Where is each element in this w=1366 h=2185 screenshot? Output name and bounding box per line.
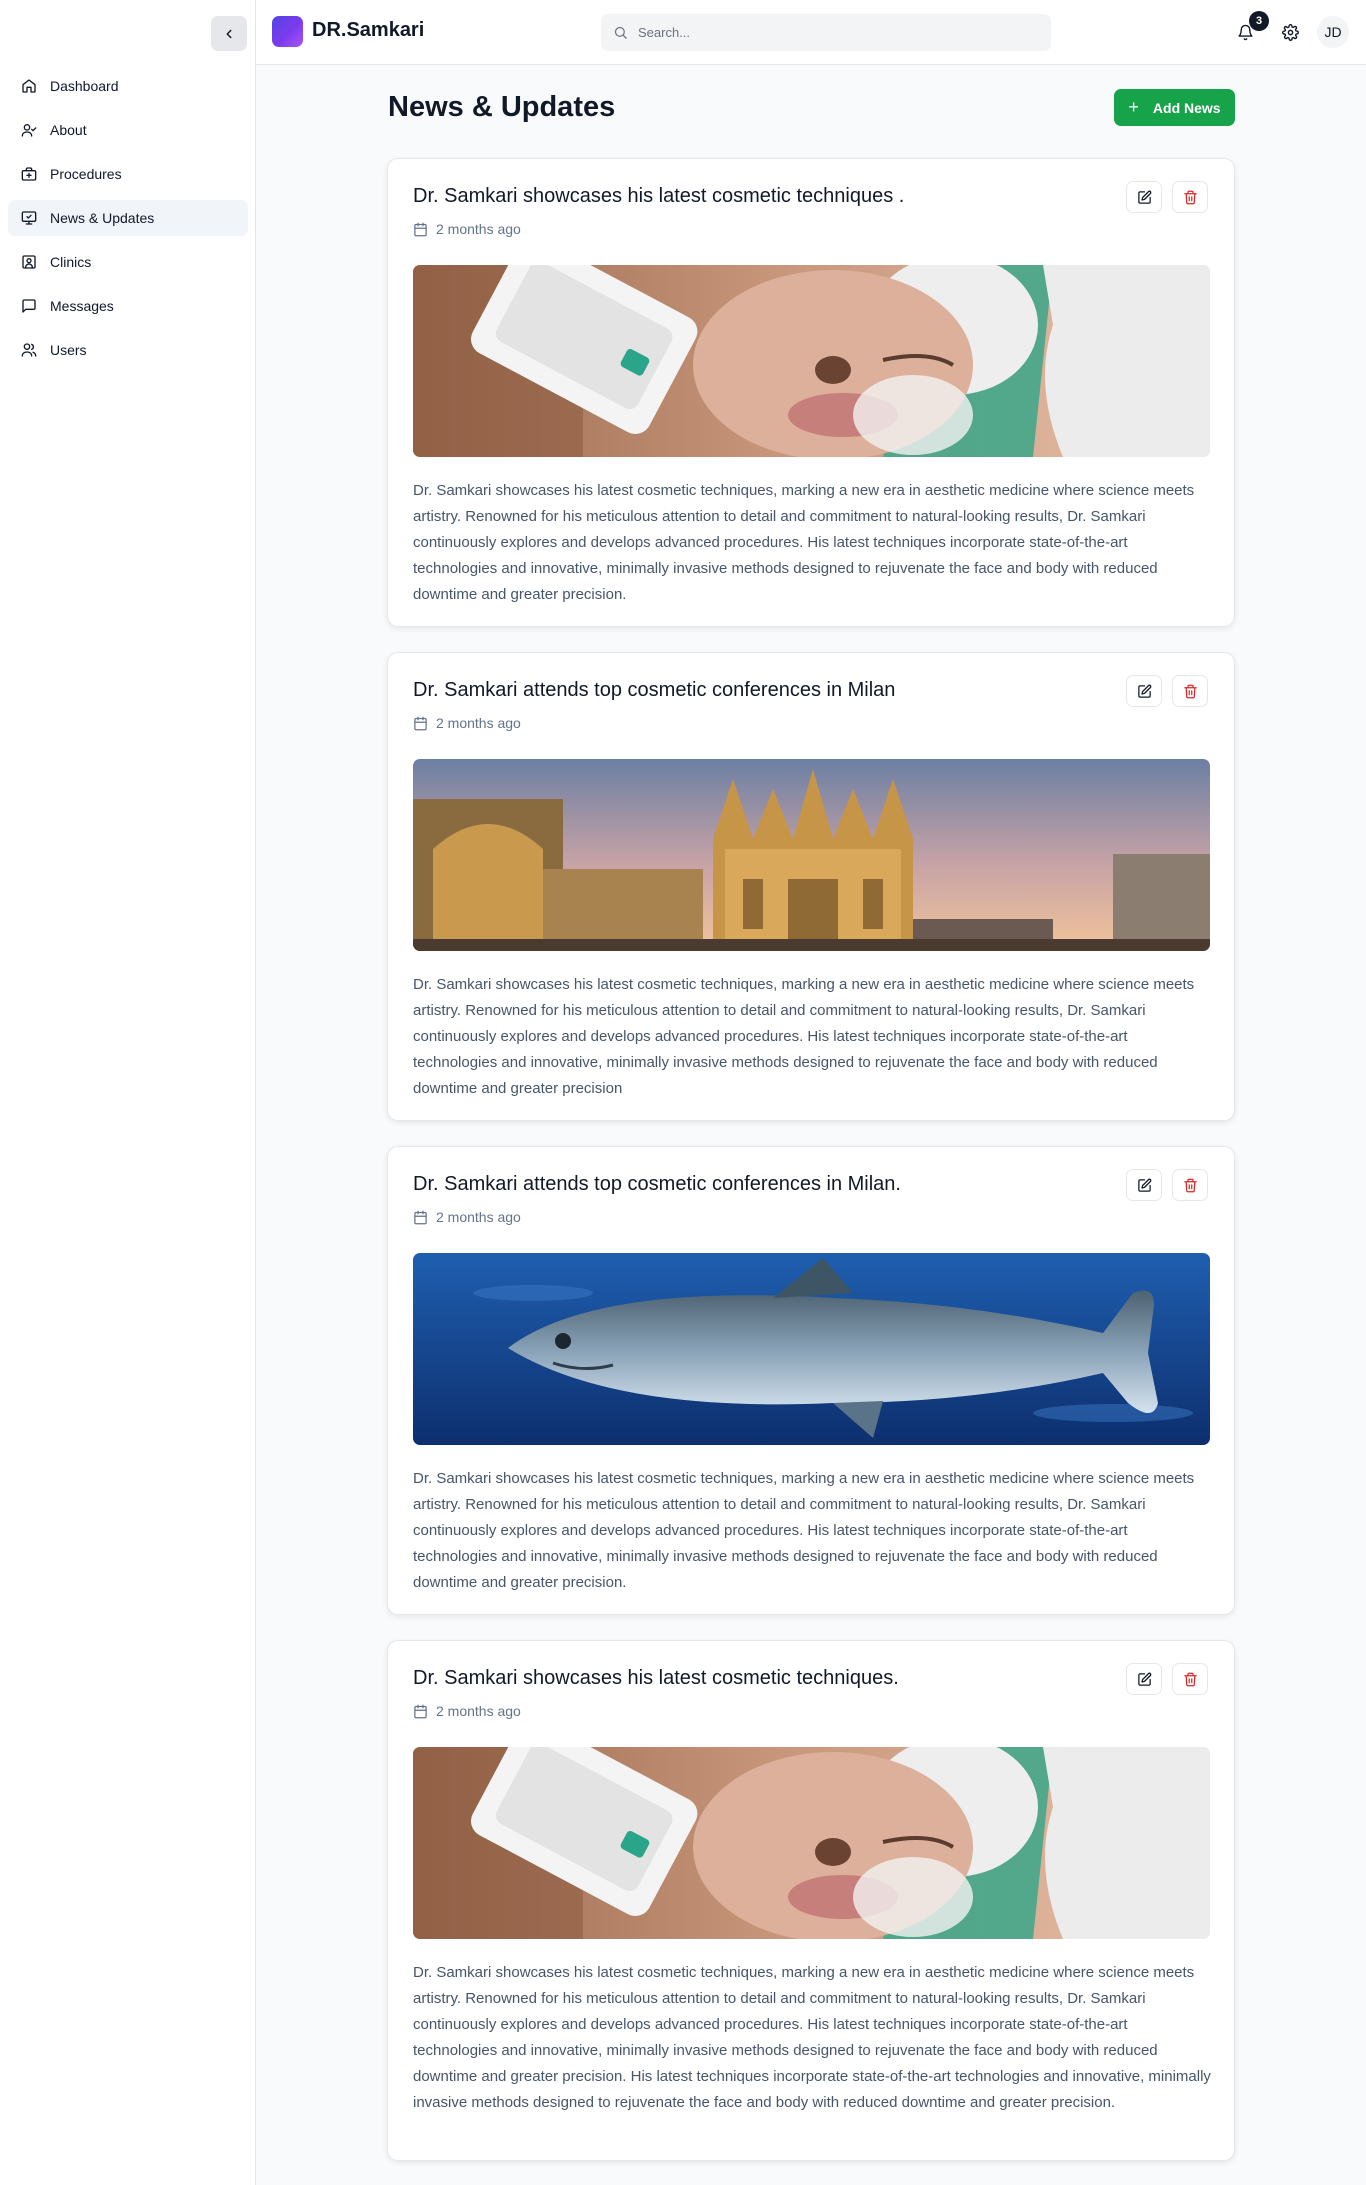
- users-icon: [20, 341, 38, 359]
- notification-count-badge: 3: [1249, 11, 1269, 31]
- edit-icon: [1137, 1672, 1151, 1686]
- news-card: Dr. Samkari showcases his latest cosmeti…: [387, 1640, 1235, 2161]
- news-body: Dr. Samkari showcases his latest cosmeti…: [413, 1964, 1211, 2111]
- brand-logo: [272, 16, 303, 47]
- edit-icon: [1137, 684, 1151, 698]
- home-icon: [20, 77, 38, 95]
- sidebar-item-users[interactable]: Users: [8, 332, 248, 368]
- chevron-left-icon: [226, 29, 232, 38]
- news-date: 2 months ago: [413, 1703, 521, 1719]
- sidebar-item-clinics[interactable]: Clinics: [8, 244, 248, 280]
- sidebar-item-label: Procedures: [50, 166, 122, 182]
- user-check-icon: [20, 121, 38, 139]
- sidebar-item-about[interactable]: About: [8, 112, 248, 148]
- milan-cathedral-image: [413, 759, 1210, 951]
- trash-icon: [1183, 684, 1197, 698]
- news-date-text: 2 months ago: [436, 221, 521, 237]
- monitor-icon: [20, 209, 38, 227]
- sidebar: Dashboard About Procedures News & Update…: [0, 0, 256, 2185]
- edit-news-button[interactable]: [1126, 181, 1162, 213]
- briefcase-medical-icon: [20, 165, 38, 183]
- news-date: 2 months ago: [413, 715, 521, 731]
- calendar-icon: [413, 1704, 428, 1719]
- search-icon: [614, 26, 627, 39]
- sidebar-item-messages[interactable]: Messages: [8, 288, 248, 324]
- news-body: Dr. Samkari showcases his latest cosmeti…: [413, 976, 1195, 1097]
- calendar-icon: [413, 716, 428, 731]
- brand-name: DR.Samkari: [312, 19, 425, 41]
- salmon-fish-image: [413, 1253, 1210, 1445]
- news-title: Dr. Samkari showcases his latest cosmeti…: [413, 1667, 899, 1689]
- sidebar-item-label: Clinics: [50, 254, 92, 270]
- news-card: Dr. Samkari attends top cosmetic confere…: [387, 1146, 1235, 1615]
- edit-news-button[interactable]: [1126, 1663, 1162, 1695]
- sidebar-item-label: Messages: [50, 298, 114, 314]
- sidebar-item-label: News & Updates: [50, 210, 155, 226]
- search-input[interactable]: [638, 25, 1018, 40]
- trash-icon: [1183, 190, 1197, 204]
- contact-icon: [20, 253, 38, 271]
- news-card: Dr. Samkari showcases his latest cosmeti…: [387, 158, 1235, 627]
- edit-news-button[interactable]: [1126, 675, 1162, 707]
- trash-icon: [1183, 1178, 1197, 1192]
- news-date: 2 months ago: [413, 221, 521, 237]
- edit-icon: [1137, 1178, 1151, 1192]
- delete-news-button[interactable]: [1172, 1663, 1208, 1695]
- sidebar-item-label: About: [50, 122, 87, 138]
- page-title: News & Updates: [388, 91, 616, 123]
- avatar[interactable]: JD: [1317, 16, 1349, 48]
- sidebar-item-dashboard[interactable]: Dashboard: [8, 68, 248, 104]
- news-date: 2 months ago: [413, 1209, 521, 1225]
- news-title: Dr. Samkari showcases his latest cosmeti…: [413, 185, 905, 207]
- news-body: Dr. Samkari showcases his latest cosmeti…: [413, 1470, 1195, 1591]
- add-news-button[interactable]: + Add News: [1114, 89, 1235, 126]
- top-header: DR.Samkari 3 JD: [256, 0, 1366, 65]
- news-title: Dr. Samkari attends top cosmetic confere…: [413, 1173, 901, 1195]
- calendar-icon: [413, 1210, 428, 1225]
- delete-news-button[interactable]: [1172, 675, 1208, 707]
- delete-news-button[interactable]: [1172, 1169, 1208, 1201]
- settings-button[interactable]: [1276, 18, 1304, 46]
- news-date-text: 2 months ago: [436, 1209, 521, 1225]
- edit-icon: [1137, 190, 1151, 204]
- news-date-text: 2 months ago: [436, 1703, 521, 1719]
- message-square-icon: [20, 297, 38, 315]
- sidebar-item-label: Dashboard: [50, 78, 119, 94]
- add-news-label: Add News: [1152, 99, 1221, 116]
- edit-news-button[interactable]: [1126, 1169, 1162, 1201]
- news-body: Dr. Samkari showcases his latest cosmeti…: [413, 482, 1195, 603]
- sidebar-collapse-button[interactable]: [211, 16, 247, 51]
- news-date-text: 2 months ago: [436, 715, 521, 731]
- sidebar-nav: Dashboard About Procedures News & Update…: [8, 68, 248, 376]
- trash-icon: [1183, 1672, 1197, 1686]
- news-title: Dr. Samkari attends top cosmetic confere…: [413, 679, 896, 701]
- sidebar-item-label: Users: [50, 342, 87, 358]
- cosmetic-treatment-image: [413, 265, 1210, 457]
- news-card: Dr. Samkari attends top cosmetic confere…: [387, 652, 1235, 1121]
- gear-icon: [1281, 23, 1299, 41]
- sidebar-item-news-updates[interactable]: News & Updates: [8, 200, 248, 236]
- calendar-icon: [413, 222, 428, 237]
- cosmetic-treatment-image: [413, 1747, 1210, 1939]
- delete-news-button[interactable]: [1172, 181, 1208, 213]
- plus-icon: +: [1128, 97, 1139, 117]
- search-box[interactable]: [601, 14, 1051, 51]
- sidebar-item-procedures[interactable]: Procedures: [8, 156, 248, 192]
